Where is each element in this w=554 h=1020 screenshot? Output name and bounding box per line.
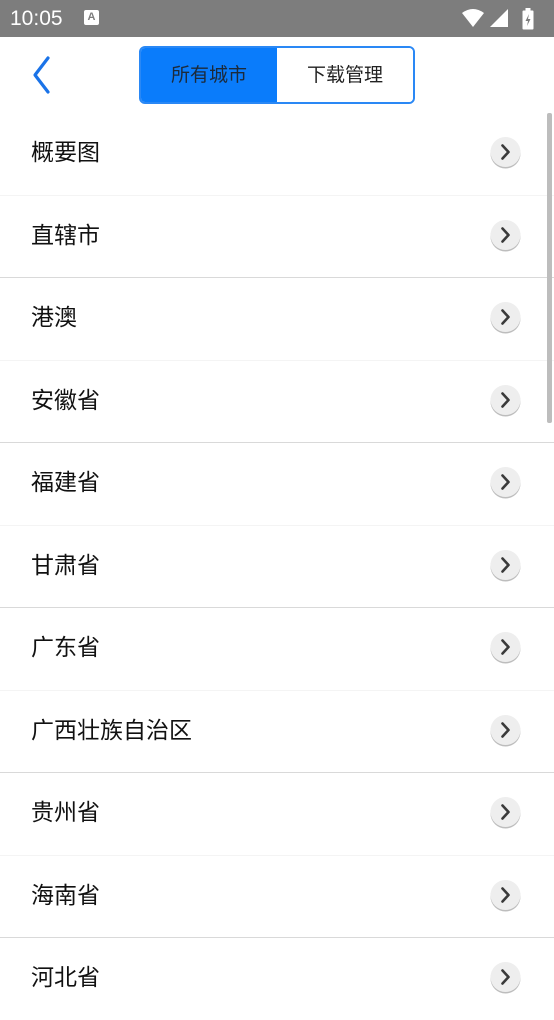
list-item[interactable]: 概要图 [0, 113, 554, 195]
notification-a-icon: A [84, 10, 99, 25]
status-time: 10:05 [10, 7, 63, 30]
list-item[interactable]: 广东省 [0, 607, 554, 690]
tab-switcher: 所有城市 下载管理 [139, 46, 415, 104]
chevron-right-circle-icon [490, 962, 521, 994]
chevron-right-circle-icon [490, 384, 521, 416]
list-item-label: 海南省 [31, 882, 100, 909]
tab-download-manager[interactable]: 下载管理 [277, 48, 413, 102]
list-item[interactable]: 甘肃省 [0, 524, 554, 608]
list-item[interactable]: 港澳 [0, 277, 554, 360]
status-bar: 10:05 A [0, 0, 554, 37]
list-item-label: 直辖市 [31, 222, 100, 249]
list-item-label: 广西壮族自治区 [31, 717, 192, 744]
signal-icon [490, 9, 508, 27]
top-bar: 所有城市 下载管理 [0, 37, 554, 113]
list-item-label: 福建省 [31, 470, 100, 496]
list-item-label: 甘肃省 [31, 552, 100, 579]
list-item[interactable]: 直辖市 [0, 194, 554, 278]
tab-all-cities[interactable]: 所有城市 [141, 48, 277, 102]
list-item-label: 概要图 [31, 140, 100, 166]
back-button[interactable] [24, 51, 64, 99]
list-item-label: 贵州省 [31, 800, 100, 826]
chevron-right-circle-icon [490, 302, 521, 334]
list-item-label: 河北省 [31, 965, 100, 991]
chevron-right-circle-icon [490, 797, 521, 829]
list-item[interactable]: 海南省 [0, 854, 554, 938]
chevron-right-circle-icon [490, 549, 521, 581]
list-item[interactable]: 福建省 [0, 442, 554, 525]
wifi-icon [462, 9, 484, 27]
list-item[interactable]: 河北省 [0, 937, 554, 1020]
chevron-right-circle-icon [490, 714, 521, 746]
list-item-label: 安徽省 [31, 387, 100, 414]
chevron-right-circle-icon [490, 137, 521, 169]
chevron-left-icon [33, 56, 50, 94]
list-scrollbar[interactable] [547, 113, 552, 423]
chevron-right-circle-icon [490, 219, 521, 251]
list-item[interactable]: 安徽省 [0, 359, 554, 443]
list-item[interactable]: 广西壮族自治区 [0, 689, 554, 773]
chevron-right-circle-icon [490, 879, 521, 911]
list-item-label: 广东省 [31, 635, 100, 661]
list-item-label: 港澳 [31, 305, 77, 331]
chevron-right-circle-icon [490, 632, 521, 664]
list-item[interactable]: 贵州省 [0, 772, 554, 855]
chevron-right-circle-icon [490, 467, 521, 499]
battery-icon [522, 8, 534, 30]
city-list: 概要图 直辖市 港澳 安徽省 福建省 甘肃省 广东省 广西壮族自治区 贵州省 海… [0, 113, 554, 1020]
